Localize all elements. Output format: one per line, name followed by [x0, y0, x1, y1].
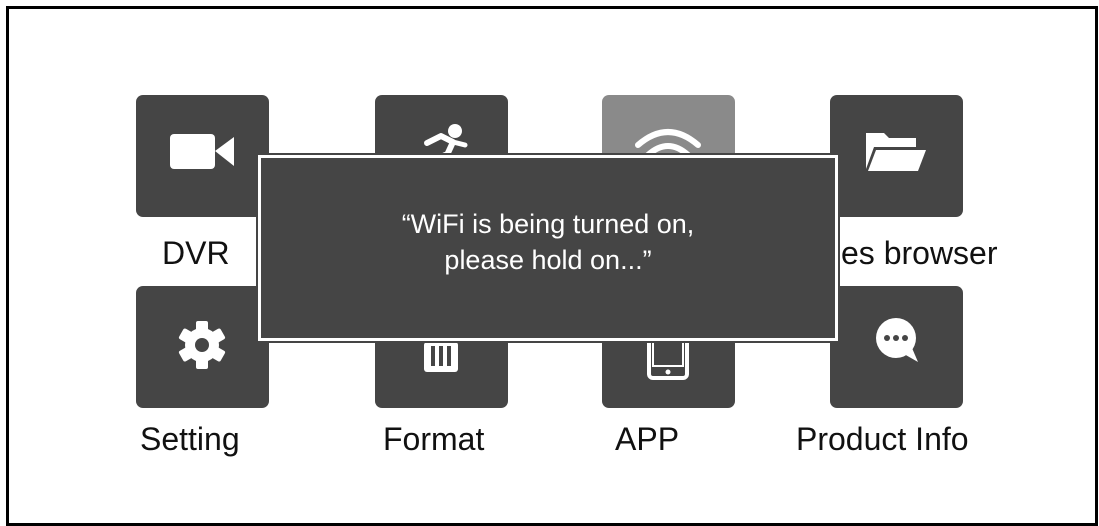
gear-icon [178, 321, 226, 369]
files-browser-tile[interactable] [830, 95, 963, 217]
video-camera-icon [170, 134, 234, 169]
files-browser-label: es browser [841, 235, 998, 271]
app-label: APP [615, 421, 680, 457]
product-info-label: Product Info [796, 421, 969, 457]
dialog-line-2: please hold on...” [444, 245, 652, 275]
dvr-tile[interactable] [136, 95, 269, 217]
format-label: Format [383, 421, 485, 457]
setting-label: Setting [140, 421, 240, 457]
product-info-tile[interactable] [830, 286, 963, 408]
folder-icon [866, 133, 926, 171]
setting-tile[interactable] [136, 286, 269, 408]
dvr-label: DVR [162, 235, 230, 271]
wifi-status-dialog: “WiFi is being turned on, please hold on… [256, 153, 840, 343]
dialog-line-1: “WiFi is being turned on, [401, 209, 695, 239]
chat-bubble-icon [876, 318, 918, 362]
dialog-message: “WiFi is being turned on, please hold on… [402, 206, 695, 278]
